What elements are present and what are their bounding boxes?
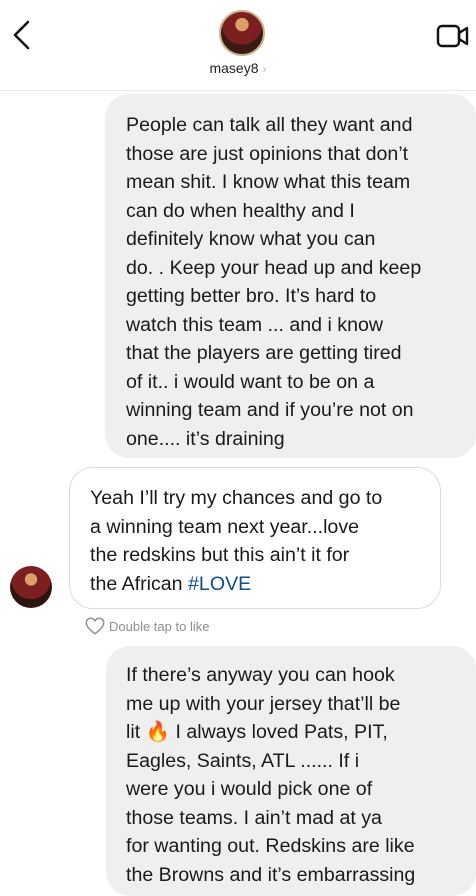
message-text: I always loved Pats, PIT, Eagles, Saints… — [126, 721, 416, 886]
chevron-right-icon: › — [262, 62, 267, 76]
chevron-left-icon[interactable] — [8, 18, 36, 52]
message-bubble-sent[interactable]: People can talk all they want and those … — [105, 94, 476, 458]
sender-avatar[interactable] — [10, 566, 52, 608]
message-bubble-sent[interactable]: If there’s anyway you can hook me up wit… — [106, 646, 476, 896]
avatar[interactable] — [219, 10, 265, 56]
chat-header: masey8 › — [0, 0, 476, 91]
hashtag-link[interactable]: #LOVE — [188, 573, 251, 595]
fire-emoji: 🔥 — [145, 721, 170, 743]
profile-username[interactable]: masey8 › — [0, 60, 476, 76]
double-tap-like-hint[interactable]: Double tap to like — [84, 614, 209, 638]
video-camera-icon[interactable] — [436, 22, 470, 50]
message-bubble-received[interactable]: Yeah I’ll try my chances and go to a win… — [69, 467, 441, 609]
dm-thread-screen: masey8 › People can talk all they want an… — [0, 0, 476, 896]
like-hint-text: Double tap to like — [109, 618, 210, 634]
heart-outline-icon[interactable] — [84, 615, 106, 637]
username-label: masey8 — [209, 60, 259, 76]
